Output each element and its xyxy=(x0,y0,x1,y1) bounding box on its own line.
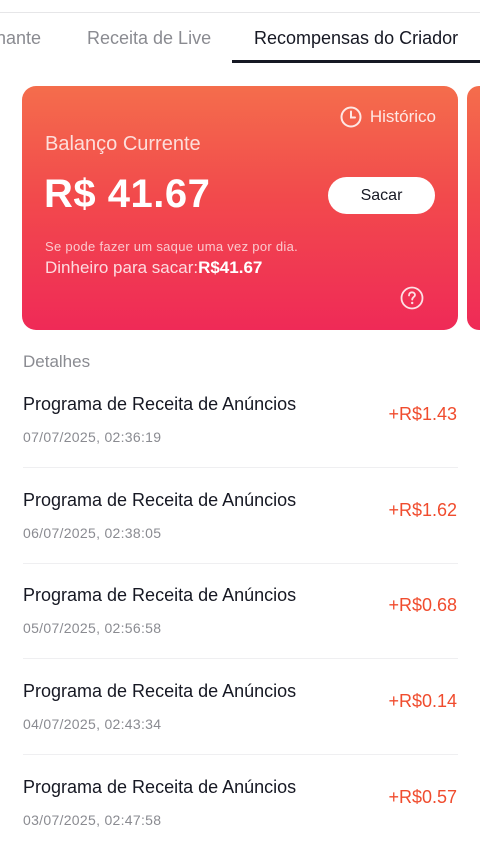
transaction-time: 06/07/2025, 02:38:05 xyxy=(23,525,162,541)
transaction-amount: +R$0.14 xyxy=(388,691,457,711)
withdraw-note: Se pode fazer um saque uma vez por dia. xyxy=(45,239,299,254)
available-to-withdraw: Dinheiro para sacar:R$41.67 xyxy=(45,258,262,278)
active-tab-indicator xyxy=(232,60,480,63)
transaction-amount: +R$0.57 xyxy=(388,787,457,807)
available-value: R$41.67 xyxy=(198,258,263,277)
balance-card: Histórico Balanço Currente R$ 41.67 Saca… xyxy=(22,86,458,330)
tab-bar: nante Receita de Live Recompensas do Cri… xyxy=(0,13,480,63)
transaction-row[interactable]: Programa de Receita de Anúncios 06/07/20… xyxy=(0,468,480,564)
transaction-name: Programa de Receita de Anúncios xyxy=(23,394,297,414)
transaction-row[interactable]: Programa de Receita de Anúncios 04/07/20… xyxy=(0,659,480,755)
balance-label: Balanço Currente xyxy=(45,133,201,155)
transaction-time: 04/07/2025, 02:43:34 xyxy=(23,716,162,732)
transaction-row[interactable]: Programa de Receita de Anúncios 05/07/20… xyxy=(0,563,480,659)
next-card-peek[interactable] xyxy=(467,86,480,330)
transaction-name: Programa de Receita de Anúncios xyxy=(23,585,297,605)
clock-icon xyxy=(340,106,362,128)
transaction-time: 03/07/2025, 02:47:58 xyxy=(23,812,162,828)
transaction-time: 05/07/2025, 02:56:58 xyxy=(23,620,162,636)
transaction-amount: +R$1.43 xyxy=(388,404,457,424)
withdraw-button[interactable]: Sacar xyxy=(328,177,435,214)
transaction-name: Programa de Receita de Anúncios xyxy=(23,490,297,510)
history-button[interactable]: Histórico xyxy=(340,106,436,128)
help-icon[interactable] xyxy=(400,286,424,310)
history-label: Histórico xyxy=(369,107,436,126)
transaction-row[interactable]: Programa de Receita de Anúncios 07/07/20… xyxy=(0,372,480,468)
transaction-name: Programa de Receita de Anúncios xyxy=(23,777,297,797)
tab-partial[interactable]: nante xyxy=(0,13,41,63)
tab-creator-rewards[interactable]: Recompensas do Criador xyxy=(254,13,458,63)
transaction-row[interactable]: Programa de Receita de Anúncios 03/07/20… xyxy=(0,755,480,851)
balance-amount: R$ 41.67 xyxy=(44,172,211,216)
tab-live-revenue[interactable]: Receita de Live xyxy=(87,13,211,63)
transaction-amount: +R$1.62 xyxy=(388,500,457,520)
details-title: Detalhes xyxy=(23,352,91,371)
transaction-name: Programa de Receita de Anúncios xyxy=(23,681,297,701)
transaction-time: 07/07/2025, 02:36:19 xyxy=(23,429,162,445)
transaction-amount: +R$0.68 xyxy=(388,595,457,615)
available-label: Dinheiro para sacar: xyxy=(45,258,199,277)
